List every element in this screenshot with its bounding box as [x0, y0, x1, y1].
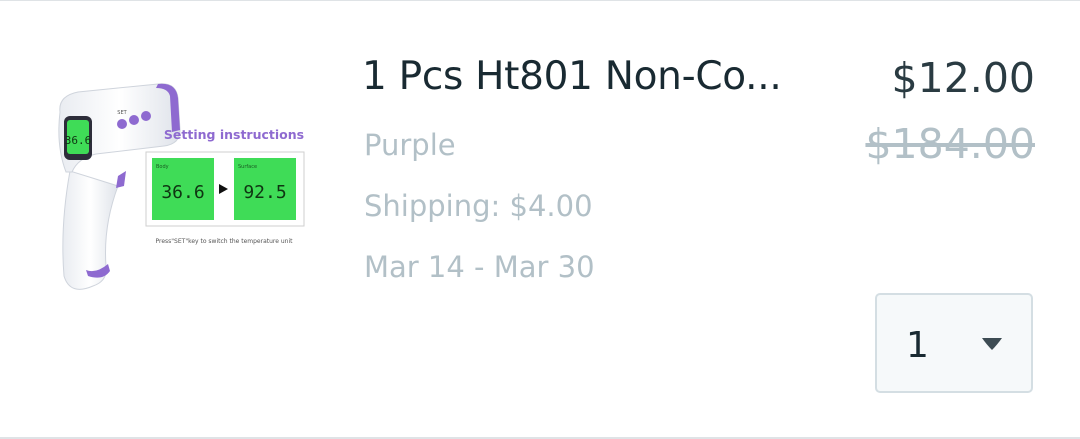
delivery-date-range: Mar 14 - Mar 30	[364, 250, 595, 284]
quantity-value: 1	[906, 325, 929, 366]
top-divider	[0, 0, 1080, 1]
panel-label-right: Surface	[238, 164, 257, 170]
product-variant: Purple	[364, 128, 456, 162]
reading-surface: 92.5	[243, 182, 286, 203]
original-price: $184.00	[865, 120, 1035, 168]
image-heading: Setting instructions	[164, 127, 304, 142]
quantity-select[interactable]: 1	[875, 293, 1033, 393]
current-price: $12.00	[891, 54, 1035, 102]
device-display-text: 36.6	[65, 134, 92, 147]
panel-label-left: Body	[156, 164, 169, 170]
chevron-down-icon	[982, 338, 1002, 350]
product-image[interactable]: 36.6 SET Setting instructions Body 36.6 …	[48, 76, 308, 320]
image-caption: Press"SET"key to switch the temperature …	[156, 238, 294, 245]
device-set-label: SET	[117, 110, 127, 116]
product-title[interactable]: 1 Pcs Ht801 Non-Co...	[362, 54, 802, 99]
shipping-cost: Shipping: $4.00	[364, 189, 593, 223]
reading-body: 36.6	[161, 182, 204, 203]
